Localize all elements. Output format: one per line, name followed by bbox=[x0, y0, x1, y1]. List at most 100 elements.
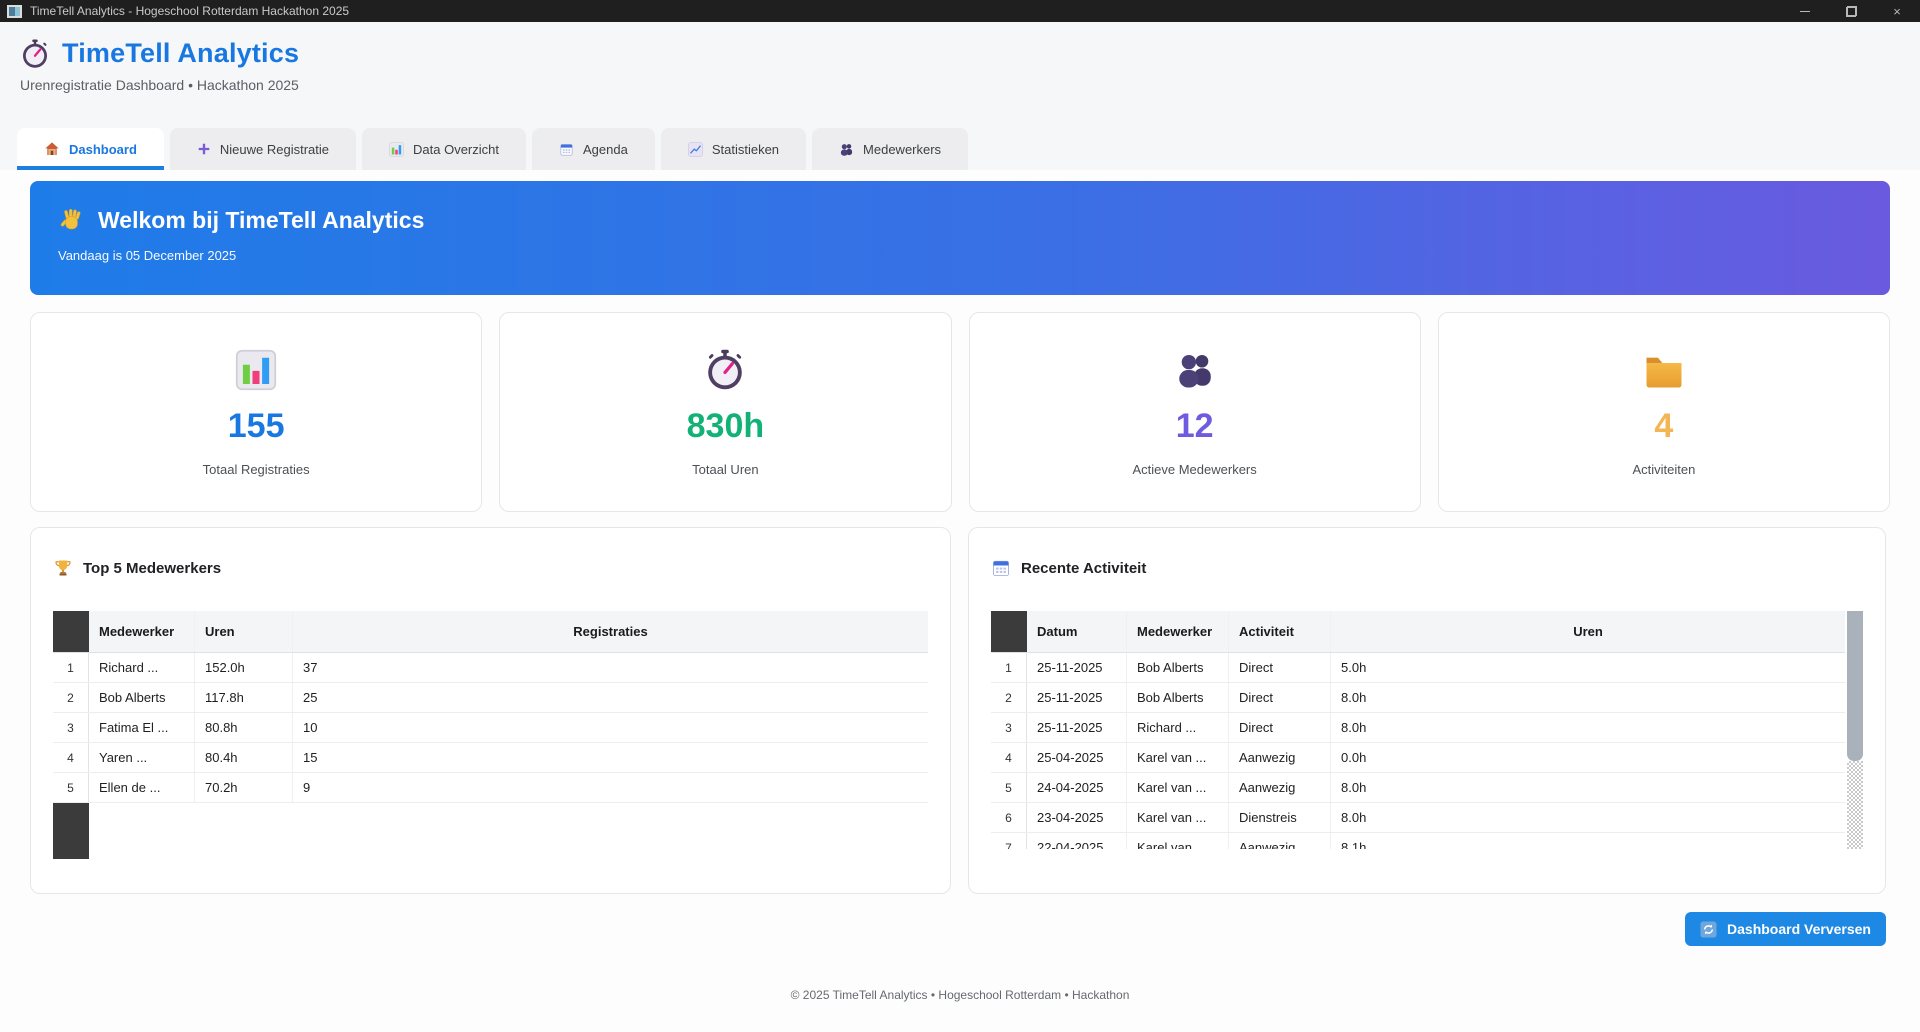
column-header[interactable]: Uren bbox=[195, 611, 293, 652]
column-header[interactable]: Uren bbox=[1331, 611, 1845, 652]
stat-value: 12 bbox=[1176, 407, 1214, 446]
stat-card-registraties: 155 Totaal Registraties bbox=[30, 312, 482, 512]
row-index-cell: 6 bbox=[991, 803, 1027, 832]
table-cell: Direct bbox=[1229, 653, 1331, 682]
table-cell: 9 bbox=[293, 773, 928, 802]
tab-statistieken[interactable]: Statistieken bbox=[661, 128, 806, 170]
row-index-cell: 2 bbox=[991, 683, 1027, 712]
table-cell: 22-04-2025 bbox=[1027, 833, 1127, 849]
table-cell: Karel van ... bbox=[1127, 743, 1229, 772]
stat-cards: 155 Totaal Registraties 830h Totaal Uren bbox=[30, 312, 1890, 512]
table-cell: 25-11-2025 bbox=[1027, 713, 1127, 742]
refresh-button-label: Dashboard Verversen bbox=[1727, 921, 1871, 937]
table-header: Medewerker Uren Registraties bbox=[53, 611, 928, 653]
column-header[interactable]: Medewerker bbox=[1127, 611, 1229, 652]
table-cell: Ellen de ... bbox=[89, 773, 195, 802]
table-body: 125-11-2025Bob AlbertsDirect5.0h225-11-2… bbox=[991, 653, 1845, 849]
table-row[interactable]: 524-04-2025Karel van ...Aanwezig8.0h bbox=[991, 773, 1845, 803]
minimize-button[interactable] bbox=[1782, 0, 1828, 22]
table-cell: Karel van ... bbox=[1127, 833, 1229, 849]
table-cell: Aanwezig bbox=[1229, 833, 1331, 849]
tab-label: Data Overzicht bbox=[413, 142, 499, 157]
column-header[interactable]: Activiteit bbox=[1229, 611, 1331, 652]
dashboard-panels: Top 5 Medewerkers Medewerker Uren Regist… bbox=[30, 527, 1886, 894]
dashboard-refresh-button[interactable]: Dashboard Verversen bbox=[1685, 912, 1886, 946]
restore-icon bbox=[1846, 6, 1857, 17]
table-row[interactable]: 325-11-2025Richard ...Direct8.0h bbox=[991, 713, 1845, 743]
table-row[interactable]: 425-04-2025Karel van ...Aanwezig0.0h bbox=[991, 743, 1845, 773]
table-cell: 0.0h bbox=[1331, 743, 1845, 772]
table-cell: 117.8h bbox=[195, 683, 293, 712]
scrollbar-thumb[interactable] bbox=[1847, 611, 1863, 761]
table-row[interactable]: 1Richard ...152.0h37 bbox=[53, 653, 928, 683]
tab-dashboard[interactable]: Dashboard bbox=[17, 128, 164, 170]
dashboard-content: Welkom bij TimeTell Analytics Vandaag is… bbox=[0, 170, 1920, 1032]
home-icon bbox=[44, 141, 60, 157]
table-cell: Fatima El ... bbox=[89, 713, 195, 742]
bar-chart-icon bbox=[235, 349, 277, 391]
table-row[interactable]: 3Fatima El ...80.8h10 bbox=[53, 713, 928, 743]
index-column-header[interactable] bbox=[991, 611, 1027, 652]
vertical-scrollbar[interactable] bbox=[1847, 611, 1863, 849]
column-header[interactable]: Medewerker bbox=[89, 611, 195, 652]
table-cell: 70.2h bbox=[195, 773, 293, 802]
calendar-icon bbox=[559, 142, 574, 157]
banner-title: Welkom bij TimeTell Analytics bbox=[98, 207, 424, 234]
tab-label: Nieuwe Registratie bbox=[220, 142, 329, 157]
table-row[interactable]: 722-04-2025Karel van ...Aanwezig8.1h bbox=[991, 833, 1845, 849]
table-row[interactable]: 225-11-2025Bob AlbertsDirect8.0h bbox=[991, 683, 1845, 713]
index-column-header[interactable] bbox=[53, 611, 89, 652]
banner-date: Vandaag is 05 December 2025 bbox=[58, 248, 1862, 263]
page-title: TimeTell Analytics bbox=[62, 38, 299, 69]
tab-nieuwe-registratie[interactable]: Nieuwe Registratie bbox=[170, 128, 356, 170]
welcome-banner: Welkom bij TimeTell Analytics Vandaag is… bbox=[30, 181, 1890, 295]
table-cell: 25-11-2025 bbox=[1027, 653, 1127, 682]
stat-label: Totaal Uren bbox=[692, 462, 758, 477]
table-cell: 8.1h bbox=[1331, 833, 1845, 849]
row-index-cell: 5 bbox=[53, 773, 89, 802]
index-column-filler bbox=[53, 803, 89, 859]
row-index-cell: 3 bbox=[53, 713, 89, 742]
table-row[interactable]: 125-11-2025Bob AlbertsDirect5.0h bbox=[991, 653, 1845, 683]
table-cell: Karel van ... bbox=[1127, 803, 1229, 832]
panel-title: Top 5 Medewerkers bbox=[83, 560, 221, 577]
table-cell: 15 bbox=[293, 743, 928, 772]
table-cell: 25 bbox=[293, 683, 928, 712]
tab-agenda[interactable]: Agenda bbox=[532, 128, 655, 170]
row-index-cell: 5 bbox=[991, 773, 1027, 802]
table-row[interactable]: 5Ellen de ...70.2h9 bbox=[53, 773, 928, 803]
row-index-cell: 1 bbox=[53, 653, 89, 682]
table-header: Datum Medewerker Activiteit Uren bbox=[991, 611, 1845, 653]
column-header[interactable]: Registraties bbox=[293, 611, 928, 652]
top5-panel: Top 5 Medewerkers Medewerker Uren Regist… bbox=[30, 527, 951, 894]
row-index-cell: 2 bbox=[53, 683, 89, 712]
table-row[interactable]: 623-04-2025Karel van ...Dienstreis8.0h bbox=[991, 803, 1845, 833]
table-cell: Aanwezig bbox=[1229, 773, 1331, 802]
tab-data-overzicht[interactable]: Data Overzicht bbox=[362, 128, 526, 170]
people-icon bbox=[839, 142, 854, 157]
window-title: TimeTell Analytics - Hogeschool Rotterda… bbox=[30, 4, 349, 18]
restore-button[interactable] bbox=[1828, 0, 1874, 22]
column-header[interactable]: Datum bbox=[1027, 611, 1127, 652]
row-index-cell: 7 bbox=[991, 833, 1027, 849]
table-row[interactable]: 2Bob Alberts117.8h25 bbox=[53, 683, 928, 713]
table-cell: 8.0h bbox=[1331, 803, 1845, 832]
app-header: TimeTell Analytics Urenregistratie Dashb… bbox=[0, 22, 1920, 128]
calendar-icon bbox=[991, 558, 1011, 578]
recent-panel: Recente Activiteit Datum Medewerker Acti… bbox=[968, 527, 1886, 894]
stat-label: Activiteiten bbox=[1632, 462, 1695, 477]
table-cell: 24-04-2025 bbox=[1027, 773, 1127, 802]
table-cell: 8.0h bbox=[1331, 683, 1845, 712]
close-button[interactable]: × bbox=[1874, 0, 1920, 22]
tab-label: Dashboard bbox=[69, 142, 137, 157]
table-cell: 25-04-2025 bbox=[1027, 743, 1127, 772]
table-row[interactable]: 4Yaren ...80.4h15 bbox=[53, 743, 928, 773]
table-cell: 23-04-2025 bbox=[1027, 803, 1127, 832]
tab-label: Statistieken bbox=[712, 142, 779, 157]
scrollbar-track[interactable] bbox=[1847, 761, 1863, 849]
table-cell: 10 bbox=[293, 713, 928, 742]
table-cell: 5.0h bbox=[1331, 653, 1845, 682]
stat-card-activiteiten: 4 Activiteiten bbox=[1438, 312, 1890, 512]
waving-hand-icon bbox=[58, 207, 85, 234]
tab-medewerkers[interactable]: Medewerkers bbox=[812, 128, 968, 170]
